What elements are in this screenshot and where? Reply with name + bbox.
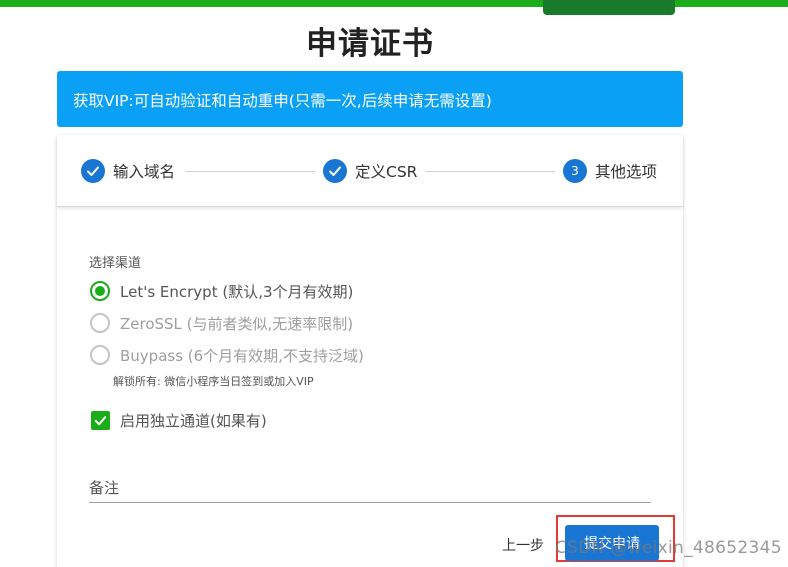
radio-zerossl[interactable]: ZeroSSL (与前者类似,无速率限制): [90, 312, 353, 334]
top-nav-tab[interactable]: [543, 0, 675, 15]
vip-banner[interactable]: 获取VIP:可自动验证和自动重申(只需一次,后续申请无需设置): [57, 71, 683, 127]
radio-label: ZeroSSL (与前者类似,无速率限制): [120, 314, 354, 333]
step-number: 3: [563, 159, 587, 183]
step-connector: [185, 171, 315, 172]
stepper: 输入域名 定义CSR 3 其他选项: [57, 135, 683, 207]
step-csr: 定义CSR: [323, 158, 417, 184]
step-connector: [425, 171, 555, 172]
radio-label: Let's Encrypt (默认,3个月有效期): [120, 282, 354, 301]
radio-unchecked-icon[interactable]: [90, 345, 110, 365]
radio-buypass[interactable]: Buypass (6个月有效期,不支持泛域): [90, 344, 364, 366]
unlock-note: 解锁所有: 微信小程序当日签到或加入VIP: [113, 375, 314, 388]
step-domain: 输入域名: [81, 158, 175, 184]
checkbox-label: 启用独立通道(如果有): [120, 411, 267, 430]
check-icon: [323, 159, 347, 183]
step-label: 输入域名: [113, 163, 176, 181]
prev-step-button[interactable]: 上一步: [502, 535, 544, 555]
radio-letsencrypt[interactable]: Let's Encrypt (默认,3个月有效期): [90, 280, 353, 302]
step-label: 其他选项: [595, 163, 658, 181]
radio-checked-icon[interactable]: [90, 281, 110, 301]
watermark: CSDN @weixin_48652345: [555, 538, 782, 558]
radio-unchecked-icon[interactable]: [90, 313, 110, 333]
radio-label: Buypass (6个月有效期,不支持泛域): [120, 346, 364, 365]
step-other-options: 3 其他选项: [563, 158, 657, 184]
remark-input[interactable]: [89, 473, 651, 503]
channel-label: 选择渠道: [89, 256, 142, 271]
vip-banner-text: 获取VIP:可自动验证和自动重申(只需一次,后续申请无需设置): [73, 92, 492, 110]
check-icon: [81, 159, 105, 183]
checkbox-checked-icon[interactable]: [91, 410, 110, 430]
apply-card: 输入域名 定义CSR 3 其他选项 选择渠道 Let's Encrypt (默认…: [57, 135, 683, 567]
page-title: 申请证书: [306, 26, 434, 62]
independent-channel-checkbox[interactable]: 启用独立通道(如果有): [91, 409, 267, 431]
step-label: 定义CSR: [355, 163, 418, 181]
